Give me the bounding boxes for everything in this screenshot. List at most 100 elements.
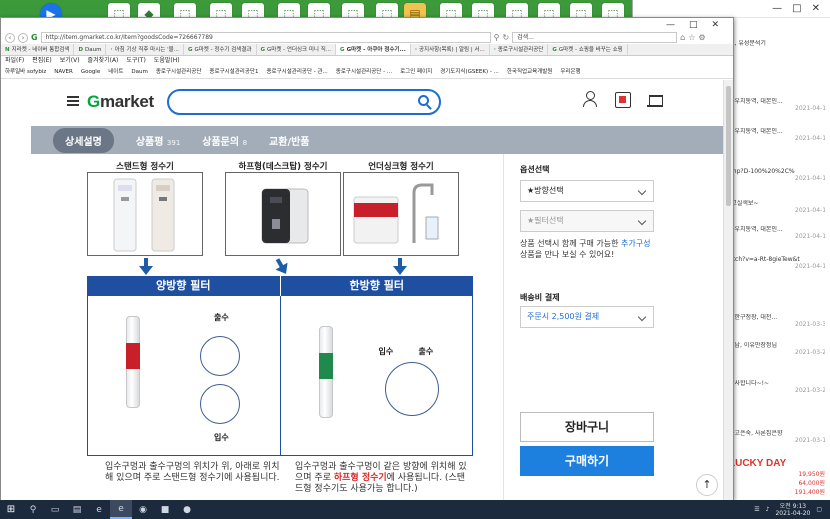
bg-row[interactable]: 라고은숙, 사론집은향2021-03-13 [729,430,825,444]
bookmark-item[interactable]: Google [81,66,100,78]
title-bar: — □ ✕ [1,18,733,31]
search-icon[interactable]: ⚲ [494,33,500,42]
tab-strip: N 지라켓 - 네이버 통합검색 D Daum · 아침 기상 직후 마시는 '물..… [1,44,733,56]
task-view-icon[interactable]: ▭ [44,500,66,519]
menu-tools[interactable]: 도구(T) [126,56,145,66]
bookmark-item[interactable]: 종로구시설관리공단 - ... [336,66,392,78]
app-icon[interactable]: ◉ [132,500,154,519]
down-arrow-icon [271,256,292,279]
tab-item[interactable]: · 공지사항(목록) | 알림 | 서... [411,44,490,55]
bookmark-item[interactable]: 종로구시설관리공단 - 관... [266,66,327,78]
tab-item[interactable]: · 아침 기상 직후 마시는 '물... [106,44,184,55]
bookmark-item[interactable]: 한국직업교육개발원 [507,66,553,78]
windows-start-icon[interactable]: ⊞ [0,500,22,519]
file-explorer-icon[interactable]: ▤ [66,500,88,519]
menu-help[interactable]: 도움말(H) [154,56,180,66]
maximize-icon[interactable]: □ [689,20,698,30]
edge-icon[interactable]: e [88,500,110,519]
home-icon[interactable]: ⌂ [680,33,685,42]
refresh-icon[interactable]: ↻ [502,33,509,42]
search-icon[interactable] [418,95,429,106]
two-way-description: 입수구멍과 출수구멍의 위치가 위, 아래로 위치해 있으며 주로 스탠드형 정… [105,462,280,483]
url-field[interactable]: http://item.gmarket.co.kr/Item?goodsCode… [40,32,491,43]
bookmark-item[interactable]: 종로구시설관리공단 [156,66,202,78]
bg-row[interactable]: (고실색보~2021-04-18 [729,200,825,214]
scrollbar-thumb[interactable] [726,86,731,206]
menu-edit[interactable]: 편집(E) [32,56,52,66]
bg-row[interactable]: 화우치동역, 대본인...2021-04-19 [729,128,825,142]
bookmark-item[interactable]: 경기도지식(GSEEK) - ... [440,66,499,78]
tab-item[interactable]: G G마켓 - 정수기 검색결과 [184,44,257,55]
settings-icon[interactable]: ⚙ [698,33,705,42]
app-icon[interactable]: ■ [154,500,176,519]
bg-row[interactable]: 트, 유성분석기 [729,40,825,47]
tab-favicon: G [187,47,193,53]
bookmark-item[interactable]: 우리은행 [560,66,580,78]
bg-row[interactable]: 화우치동역, 대본인...2021-04-17 [729,226,825,240]
minimize-icon[interactable]: — [772,3,782,14]
menu-favorites[interactable]: 즐겨찾기(A) [88,56,119,66]
clock[interactable]: 오전 9:13 2021-04-20 [775,503,810,517]
volume-icon[interactable]: ♪ [766,506,770,513]
back-icon[interactable]: ‹ [5,32,15,43]
tab-favicon: G [552,47,557,53]
minimize-icon[interactable]: — [666,20,675,30]
search-icon[interactable]: ⚲ [22,500,44,519]
two-way-filter-image [126,316,140,408]
gmarket-logo[interactable]: Gmarket [87,92,154,112]
shipping-select[interactable]: 주문시 2,500원 결제 [520,306,654,328]
filter-select[interactable]: ★필터선택 [520,210,654,232]
close-icon[interactable]: ✕ [711,20,719,30]
user-icon[interactable] [583,91,597,107]
maximize-icon[interactable]: □ [792,3,801,14]
internet-explorer-icon[interactable]: e [110,500,132,519]
tab-inquiries[interactable]: 상품문의 8 [202,133,247,148]
forward-icon[interactable]: › [18,32,28,43]
lucky-day-banner[interactable]: LUCKY DAY 19,950원 64,000원 191,400원 [729,458,825,496]
bg-row[interactable]: 화우치동역, 대본인...2021-04-19 [729,98,825,112]
tab-item[interactable]: N 지라켓 - 네이버 통합검색 [1,44,75,55]
browser-search-input[interactable]: 검색... [512,32,678,43]
buy-now-button[interactable]: 구매하기 [520,446,654,476]
tab-exchange-return[interactable]: 교환/반품 [269,133,309,148]
bg-row[interactable]: atch?v=a-Rt-8gieTew&t2021-04-17 [729,256,825,270]
bg-row[interactable]: 대한구청장, 대천...2021-03-31 [729,314,825,328]
bookmark-item[interactable]: 종로구시설관리공단1 [209,66,258,78]
detail-tabs: 상세설명 상품평 391 상품문의 8 교환/반품 [31,126,725,154]
bookmark-item[interactable]: 하루일바 sofybiz [5,66,46,78]
tab-item[interactable]: · 종로구시설관리공단 [490,44,549,55]
tab-item[interactable]: G G마켓 - 언더싱크 미니 직... [257,44,337,55]
bookmark-item[interactable]: NAVER [54,66,73,78]
bookmark-item[interactable]: Daum [131,66,147,78]
close-icon[interactable]: ✕ [812,3,820,14]
tab-item[interactable]: D Daum [74,44,107,55]
favorites-icon[interactable]: ☆ [688,33,695,42]
add-to-cart-button[interactable]: 장바구니 [520,412,654,442]
network-icon[interactable]: ☰ [754,506,759,513]
menu-file[interactable]: 파일(F) [5,56,24,66]
bg-row[interactable]: 정남, 이유만장정님2021-03-26 [729,342,825,356]
tab-favicon: D [78,47,84,53]
bg-row[interactable]: php?D-100%20%2C%2021-04-19 [729,168,825,182]
tab-item-active[interactable]: G G마켓 - 아쿠아 정수기... [336,44,411,55]
tab-detail-description[interactable]: 상세설명 [53,127,114,153]
bookmarks-bar: 하루일바 sofybiz NAVER Google 네이트 Daum 종로구시설… [1,66,733,79]
gmarket-search-input[interactable] [167,89,441,115]
bg-row[interactable]: 감사합니다~!~2021-03-25 [729,380,825,394]
kakaotalk-icon[interactable]: ● [176,500,198,519]
one-way-filter-title: 한방향 필터 [279,276,474,296]
inlet-outlet-detail-circle [384,362,439,416]
tab-favicon: · [493,47,496,53]
direction-select[interactable]: ★방향선택 [520,180,654,202]
page-scrollbar[interactable] [723,80,733,501]
tab-item[interactable]: G G마켓 - 쇼핑을 바꾸는 쇼핑 [548,44,628,55]
notification-icon[interactable]: ▢ [816,506,822,513]
tab-reviews[interactable]: 상품평 391 [136,133,180,148]
cart-icon[interactable] [647,93,663,107]
menu-icon[interactable] [67,96,79,106]
menu-view[interactable]: 보기(V) [60,56,80,66]
scroll-top-icon[interactable]: ↑ [696,474,718,496]
bookmark-item[interactable]: 네이트 [108,66,123,78]
bookmark-item[interactable]: 로그인 페이지 [400,66,432,78]
recent-items-icon[interactable] [615,92,631,108]
